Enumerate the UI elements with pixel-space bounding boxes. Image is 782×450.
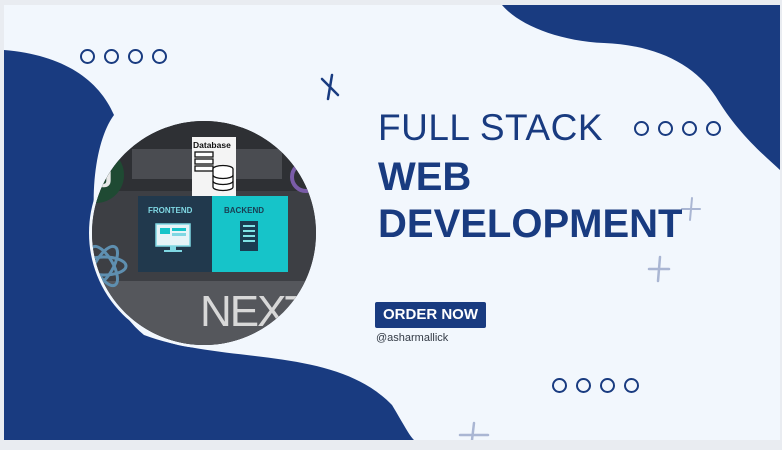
- circle-outline-icon: [624, 378, 639, 393]
- title-development: DEVELOPMENT: [378, 202, 683, 246]
- circle-outline-icon: [658, 121, 673, 136]
- circle-outline-icon: [128, 49, 143, 64]
- circle-outline-icon: [706, 121, 721, 136]
- title-web: WEB: [378, 155, 472, 199]
- circle-outline-icon: [682, 121, 697, 136]
- order-now-button[interactable]: ORDER NOW: [375, 302, 486, 328]
- circle-outline-icon: [152, 49, 167, 64]
- circular-photo: J Database FRONTEND BACKEND NEXT: [89, 118, 319, 348]
- circle-row-top-left: [80, 49, 167, 64]
- server-icon: [240, 221, 258, 251]
- author-handle: @asharmallick: [376, 332, 449, 344]
- circle-outline-icon: [634, 121, 649, 136]
- circle-outline-icon: [600, 378, 615, 393]
- circle-outline-icon: [80, 49, 95, 64]
- title-full-stack: FULL STACK: [378, 107, 603, 148]
- banner: FULL STACK WEB DEVELOPMENT ORDER NOW @as…: [4, 5, 780, 440]
- stack-illustration: J Database FRONTEND BACKEND NEXT: [92, 121, 316, 345]
- circle-outline-icon: [552, 378, 567, 393]
- cross-icon: [320, 73, 340, 101]
- circle-row-right: [634, 121, 721, 136]
- frontend-label: FRONTEND: [148, 206, 193, 215]
- cross-icon: [647, 255, 671, 283]
- circle-outline-icon: [576, 378, 591, 393]
- cross-icon: [681, 197, 701, 221]
- circle-outline-icon: [104, 49, 119, 64]
- backend-label: BACKEND: [224, 206, 264, 215]
- database-label: Database: [193, 140, 231, 150]
- cross-icon: [458, 421, 490, 440]
- circle-row-bottom: [552, 378, 639, 393]
